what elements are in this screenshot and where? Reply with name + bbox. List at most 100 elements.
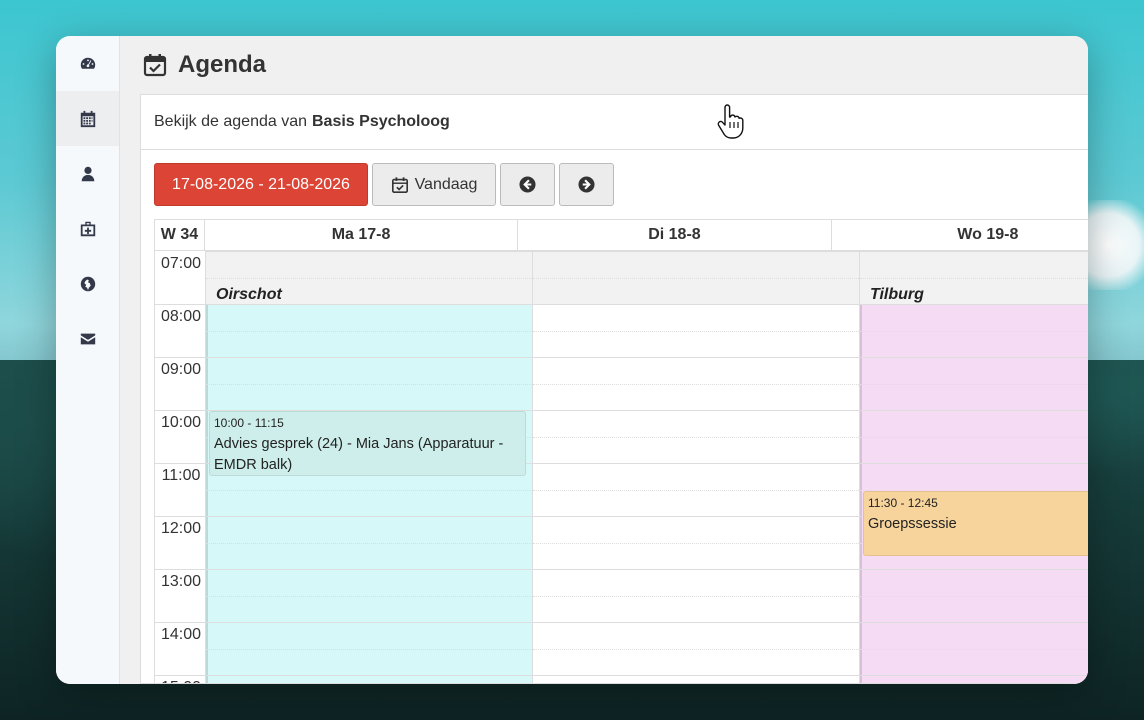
sidebar <box>56 36 120 684</box>
hour-divider <box>533 410 859 411</box>
sidebar-item-mail[interactable] <box>56 311 119 366</box>
sidebar-item-medkit[interactable] <box>56 201 119 256</box>
hour-divider <box>860 675 1088 676</box>
hour-divider <box>860 410 1088 411</box>
calendar-icon <box>80 110 95 127</box>
half-hour-divider <box>206 383 532 385</box>
location-label: Oirschot <box>216 285 282 303</box>
calendar-check-icon <box>391 176 408 193</box>
half-hour-divider <box>533 383 859 385</box>
half-hour-divider <box>206 542 532 544</box>
hour-divider <box>155 463 205 464</box>
calendar-grid: W 34 Ma 17-8 Di 18-8 Wo 19-8 07:00 08:00 0… <box>154 219 1088 683</box>
hour-divider <box>533 251 859 252</box>
time-label: 14:00 <box>160 626 202 643</box>
half-hour-divider <box>533 330 859 332</box>
calendar-toolbar: 17-08-2026 - 21-08-2026 Vandaag <box>154 163 614 206</box>
envelope-icon <box>80 333 95 344</box>
day-header[interactable]: Ma 17-8 <box>203 220 517 250</box>
day-column[interactable] <box>533 251 860 683</box>
hour-divider <box>533 675 859 676</box>
half-hour-divider <box>860 330 1088 332</box>
panel-heading: Bekijk de agenda van Basis Psycholoog <box>141 95 1088 150</box>
hour-divider <box>155 410 205 411</box>
half-hour-divider <box>206 489 532 491</box>
half-hour-divider <box>860 277 1088 279</box>
hour-divider <box>206 304 532 305</box>
day-column[interactable]: Tilburg <box>860 251 1088 683</box>
half-hour-divider <box>860 383 1088 385</box>
calendar-check-icon <box>143 54 167 77</box>
location-block <box>533 304 859 683</box>
main-area: Agenda Bekijk de agenda van Basis Psycho… <box>120 36 1088 684</box>
app-window: Agenda Bekijk de agenda van Basis Psycho… <box>56 36 1088 684</box>
location-block <box>206 304 532 683</box>
half-hour-divider <box>206 648 532 650</box>
half-hour-divider <box>533 436 859 438</box>
time-label: 11:00 <box>161 467 201 484</box>
half-hour-divider <box>533 277 859 279</box>
half-hour-divider <box>206 595 532 597</box>
today-button-label: Vandaag <box>414 175 478 193</box>
date-range-button[interactable]: 17-08-2026 - 21-08-2026 <box>154 163 368 206</box>
calendar-header-row: W 34 Ma 17-8 Di 18-8 Wo 19-8 <box>154 219 1088 251</box>
time-label: 13:00 <box>160 573 202 590</box>
day-header[interactable]: Di 18-8 <box>517 220 830 250</box>
half-hour-divider <box>206 330 532 332</box>
sidebar-item-globe[interactable] <box>56 256 119 311</box>
hour-divider <box>155 304 205 305</box>
globe-icon <box>80 276 95 291</box>
time-label: 09:00 <box>160 361 202 378</box>
hour-divider <box>533 622 859 623</box>
calendar-view: W 34 Ma 17-8 Di 18-8 Wo 19-8 07:00 08:00 0… <box>154 219 1088 683</box>
agenda-owner-name: Basis Psycholoog <box>312 113 450 130</box>
hour-divider <box>206 516 532 517</box>
arrow-right-icon <box>578 176 595 193</box>
hour-divider <box>155 516 205 517</box>
hour-divider <box>533 304 859 305</box>
location-label: Tilburg <box>870 285 924 303</box>
hand-pointer-icon <box>717 104 744 139</box>
hour-divider <box>533 463 859 464</box>
half-hour-divider <box>860 436 1088 438</box>
calendar-event[interactable]: 11:30 - 12:45 Groepssessie <box>863 490 1088 556</box>
day-header[interactable]: Wo 19-8 <box>830 220 1088 250</box>
event-time: 10:00 - 11:15 <box>214 416 284 430</box>
hour-divider <box>860 251 1088 252</box>
half-hour-divider <box>860 648 1088 650</box>
half-hour-divider <box>206 277 532 279</box>
hour-divider <box>155 357 205 358</box>
next-week-button[interactable] <box>559 163 614 206</box>
medkit-icon <box>80 221 95 236</box>
hour-divider <box>155 622 205 623</box>
hour-divider <box>206 251 532 252</box>
hour-divider <box>206 569 532 570</box>
half-hour-divider <box>533 648 859 650</box>
agenda-panel: Bekijk de agenda van Basis Psycholoog 17… <box>140 94 1088 684</box>
calendar-event[interactable]: 10:00 - 11:15 Advies gesprek (24) - Mia J… <box>209 411 526 477</box>
hour-divider <box>206 357 532 358</box>
hour-divider <box>206 622 532 623</box>
hour-divider <box>533 516 859 517</box>
hour-divider <box>860 357 1088 358</box>
half-hour-divider <box>533 595 859 597</box>
hour-divider <box>155 675 205 676</box>
event-title: Advies gesprek (24) - Mia Jans (Apparatu… <box>214 436 504 473</box>
hour-divider <box>533 569 859 570</box>
sidebar-item-user[interactable] <box>56 146 119 201</box>
time-label: 08:00 <box>160 308 202 325</box>
hour-divider <box>155 569 205 570</box>
half-hour-divider <box>533 489 859 491</box>
time-label: 07:00 <box>160 255 202 272</box>
time-label: 10:00 <box>160 414 202 431</box>
time-label: 15:00 <box>155 675 207 683</box>
user-icon <box>81 166 94 181</box>
hour-divider <box>860 463 1088 464</box>
today-button[interactable]: Vandaag <box>372 163 496 206</box>
week-number: W 34 <box>154 220 204 250</box>
previous-week-button[interactable] <box>500 163 555 206</box>
sidebar-item-calendar[interactable] <box>56 91 119 146</box>
sidebar-item-dashboard[interactable] <box>56 36 119 91</box>
half-hour-divider <box>860 595 1088 597</box>
hour-divider <box>533 357 859 358</box>
